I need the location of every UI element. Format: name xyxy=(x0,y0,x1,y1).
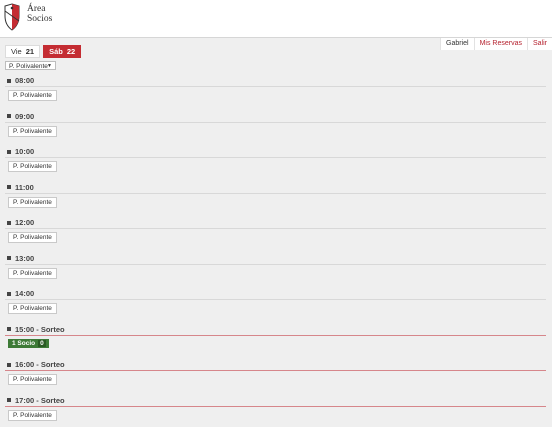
slot-heading: 15:00 - Sorteo xyxy=(7,325,65,334)
slot-time: 13:00 xyxy=(15,254,34,263)
time-slot-sorteo: 16:00 - Sorteo P. Polivalente xyxy=(0,356,552,392)
time-slot: 11:00 P. Polivalente xyxy=(0,179,552,215)
my-reservations-link[interactable]: Mis Reservas xyxy=(474,38,527,50)
bullet-square-icon xyxy=(7,221,11,225)
court-button[interactable]: P. Polivalente xyxy=(8,268,57,279)
time-slot: 13:00 P. Polivalente xyxy=(0,250,552,286)
slot-heading: 16:00 - Sorteo xyxy=(7,360,65,369)
slot-heading: 10:00 xyxy=(7,147,34,156)
user-name[interactable]: Gabriel xyxy=(440,38,474,50)
slot-heading: 08:00 xyxy=(7,76,34,85)
slot-time: 11:00 xyxy=(15,183,34,192)
bullet-square-icon xyxy=(7,79,11,83)
brand-line-1: Área xyxy=(27,4,52,14)
slot-time: 08:00 xyxy=(15,76,34,85)
bullet-square-icon xyxy=(7,327,11,331)
slot-divider xyxy=(5,264,546,265)
app-header: Área Socios xyxy=(0,0,552,38)
slot-divider xyxy=(5,193,546,194)
slot-divider xyxy=(5,157,546,158)
slot-time: 16:00 - Sorteo xyxy=(15,360,65,369)
brand-line-2: Socios xyxy=(27,14,52,24)
badge-count: 0 xyxy=(38,340,46,347)
day-selector: Vie 21 Sáb 22 xyxy=(5,45,81,58)
slot-divider xyxy=(5,122,546,123)
slot-divider xyxy=(5,228,546,229)
court-select-value: P. Polivalente xyxy=(9,63,48,70)
slot-time: 09:00 xyxy=(15,112,34,121)
time-slot: 09:00 P. Polivalente xyxy=(0,108,552,144)
bullet-square-icon xyxy=(7,363,11,367)
slot-time: 17:00 - Sorteo xyxy=(15,396,65,405)
slot-divider xyxy=(5,406,546,407)
bullet-square-icon xyxy=(7,150,11,154)
user-menu: Gabriel Mis Reservas Salir xyxy=(440,38,552,50)
slot-heading: 14:00 xyxy=(7,289,34,298)
time-slot: 14:00 P. Polivalente xyxy=(0,285,552,321)
slot-time: 12:00 xyxy=(15,218,34,227)
bullet-square-icon xyxy=(7,256,11,260)
slot-time: 14:00 xyxy=(15,289,34,298)
time-slot-list: 08:00 P. Polivalente 09:00 P. Polivalent… xyxy=(0,72,552,427)
court-button[interactable]: P. Polivalente xyxy=(8,303,57,314)
day-number: 22 xyxy=(67,47,75,56)
time-slot-sorteo: 15:00 - Sorteo 1 Socio0 xyxy=(0,321,552,357)
dropdown-caret-icon: ▼ xyxy=(47,62,52,71)
day-name: Vie xyxy=(11,47,22,56)
court-button[interactable]: P. Polivalente xyxy=(8,161,57,172)
slot-heading: 13:00 xyxy=(7,254,34,263)
slot-time: 15:00 - Sorteo xyxy=(15,325,65,334)
slot-divider xyxy=(5,86,546,87)
brand-title: Área Socios xyxy=(27,4,52,24)
bullet-square-icon xyxy=(7,398,11,402)
bullet-square-icon xyxy=(7,292,11,296)
day-name: Sáb xyxy=(49,47,63,56)
member-count-badge[interactable]: 1 Socio0 xyxy=(8,339,49,348)
court-button[interactable]: P. Polivalente xyxy=(8,90,57,101)
time-slot-sorteo: 17:00 - Sorteo P. Polivalente xyxy=(0,392,552,427)
slot-divider xyxy=(5,299,546,300)
slot-heading: 12:00 xyxy=(7,218,34,227)
bullet-square-icon xyxy=(7,185,11,189)
court-button[interactable]: P. Polivalente xyxy=(8,126,57,137)
day-tab-fri[interactable]: Vie 21 xyxy=(5,45,40,58)
slot-time: 10:00 xyxy=(15,147,34,156)
bullet-square-icon xyxy=(7,114,11,118)
court-button[interactable]: P. Polivalente xyxy=(8,197,57,208)
day-number: 21 xyxy=(26,47,34,56)
slot-divider xyxy=(5,335,546,336)
slot-heading: 17:00 - Sorteo xyxy=(7,396,65,405)
club-shield-logo-icon[interactable] xyxy=(3,3,21,31)
day-tab-sat[interactable]: Sáb 22 xyxy=(43,45,81,58)
logout-link[interactable]: Salir xyxy=(527,38,552,50)
time-slot: 08:00 P. Polivalente xyxy=(0,72,552,108)
badge-label: 1 Socio xyxy=(12,339,35,348)
slot-heading: 11:00 xyxy=(7,183,34,192)
court-button[interactable]: P. Polivalente xyxy=(8,232,57,243)
court-button[interactable]: P. Polivalente xyxy=(8,374,57,385)
slot-heading: 09:00 xyxy=(7,112,34,121)
time-slot: 10:00 P. Polivalente xyxy=(0,143,552,179)
court-button[interactable]: P. Polivalente xyxy=(8,410,57,421)
slot-divider xyxy=(5,370,546,371)
time-slot: 12:00 P. Polivalente xyxy=(0,214,552,250)
court-select[interactable]: P. Polivalente ▼ xyxy=(5,61,56,70)
